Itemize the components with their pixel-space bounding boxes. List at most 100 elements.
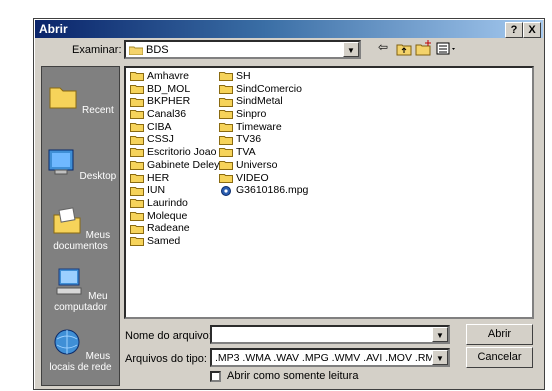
readonly-checkbox[interactable] (210, 371, 221, 382)
file-list-item[interactable]: Amhavre (130, 70, 219, 83)
folder-icon (219, 148, 233, 158)
filetype-dropdown[interactable]: .MP3 .WMA .WAV .MPG .WMV .AVI .MOV .RMVB… (210, 348, 450, 367)
help-button[interactable]: ? (505, 22, 523, 38)
open-button[interactable]: Abrir (466, 324, 533, 345)
file-list-item[interactable]: CIBA (130, 121, 219, 134)
file-name: TVA (236, 146, 256, 159)
folder-icon (130, 148, 144, 158)
place-my-computer[interactable]: Meu computador (42, 267, 119, 313)
my-computer-icon (56, 268, 82, 295)
folder-icon (219, 161, 233, 171)
file-name: SH (236, 70, 251, 82)
place-desktop-label: Desktop (79, 171, 117, 182)
filetype-chevron-down-icon[interactable]: ▼ (432, 350, 448, 365)
filetype-label: Arquivos do tipo: (125, 353, 207, 365)
file-list-item[interactable]: SindComercio (219, 83, 308, 96)
file-list-item[interactable]: Escritorio Joao (130, 146, 219, 159)
file-list-item[interactable]: BD_MOL (130, 83, 219, 96)
filename-input[interactable]: ▼ (210, 325, 450, 344)
close-button[interactable]: X (523, 22, 541, 38)
title-bar[interactable]: Abrir ? X (35, 20, 543, 38)
network-places-icon (54, 329, 80, 355)
file-list-item[interactable]: Timeware (219, 121, 308, 134)
filename-chevron-down-icon[interactable]: ▼ (432, 327, 448, 342)
folder-icon (130, 199, 144, 209)
file-list-item[interactable]: TV36 (219, 133, 308, 146)
place-recent[interactable]: Recent (42, 81, 119, 116)
folder-icon (130, 135, 144, 145)
file-list-item[interactable]: Sinpro (219, 108, 308, 121)
file-list-item[interactable]: Laurindo (130, 197, 219, 210)
file-list-item[interactable]: Samed (130, 235, 219, 248)
file-list-item[interactable]: HER (130, 172, 219, 185)
new-folder-icon[interactable] (415, 40, 433, 56)
file-list-item[interactable]: Moleque (130, 210, 219, 223)
folder-icon (219, 123, 233, 133)
file-column-1: Amhavre BD_MOL BKPHER Canal36 CIBA CSSJ Escrit… (130, 70, 219, 248)
back-icon[interactable]: ⇦ (378, 40, 388, 54)
file-list[interactable]: Amhavre BD_MOL BKPHER Canal36 CIBA CSSJ Escrit… (124, 66, 534, 319)
file-name: Radeane (147, 222, 190, 235)
file-name: BD_MOL (147, 82, 191, 95)
file-name: Laurindo (147, 196, 188, 209)
file-name: TV36 (236, 133, 262, 146)
place-desktop[interactable]: Desktop (42, 147, 119, 182)
look-in-dropdown[interactable]: BDS ▼ (124, 40, 361, 59)
file-name: Gabinete Deley (147, 158, 220, 171)
folder-icon (219, 110, 233, 120)
file-name: G3610186.mpg (236, 184, 309, 197)
file-name: Escritorio Joao (147, 146, 217, 159)
file-name: Universo (236, 158, 278, 171)
filename-label: Nome do arquivo: (125, 330, 212, 342)
folder-icon (130, 110, 144, 120)
file-list-item[interactable]: BKPHER (130, 95, 219, 108)
file-name: CIBA (147, 120, 172, 133)
places-bar: Recent Desktop Meus documentos Meu compu… (41, 66, 120, 386)
file-name: Canal36 (147, 108, 187, 121)
folder-icon (129, 46, 143, 55)
folder-icon (130, 72, 144, 82)
folder-icon (130, 85, 144, 95)
folder-icon (130, 186, 144, 196)
up-folder-icon[interactable] (396, 42, 412, 56)
cancel-button[interactable]: Cancelar (466, 347, 533, 368)
file-list-item[interactable]: Canal36 (130, 108, 219, 121)
file-name: IUN (147, 184, 166, 197)
place-my-documents[interactable]: Meus documentos (42, 206, 119, 252)
dialog-title: Abrir (39, 22, 68, 36)
folder-icon (219, 97, 233, 107)
file-list-item[interactable]: G3610186.mpg (219, 184, 308, 197)
folder-icon (219, 135, 233, 145)
file-list-item[interactable]: Universo (219, 159, 308, 172)
folder-icon (130, 123, 144, 133)
file-list-item[interactable]: TVA (219, 146, 308, 159)
file-name: Samed (147, 234, 181, 247)
file-list-item[interactable]: CSSJ (130, 133, 219, 146)
open-file-dialog: Abrir ? X Examinar: BDS ▼ ⇦ Recent Deskt… (33, 18, 545, 390)
file-list-item[interactable]: Gabinete Deley (130, 159, 219, 172)
file-name: BKPHER (147, 95, 191, 108)
file-list-item[interactable]: Radeane (130, 222, 219, 235)
file-name: Timeware (236, 120, 282, 133)
file-name: SindComercio (236, 82, 302, 95)
folder-icon (219, 85, 233, 95)
file-name: SindMetal (236, 95, 283, 108)
folder-icon (219, 72, 233, 82)
file-name: Amhavre (147, 70, 190, 82)
folder-icon (130, 173, 144, 183)
readonly-label: Abrir como somente leitura (227, 370, 359, 382)
my-documents-icon (53, 207, 81, 234)
file-list-item[interactable]: VIDEO (219, 172, 308, 185)
file-name: CSSJ (147, 133, 174, 146)
file-column-2: SH SindComercio SindMetal Sinpro Timeware TV3… (219, 70, 308, 197)
file-list-item[interactable]: SH (219, 70, 308, 83)
place-network[interactable]: Meus locais de rede (42, 327, 119, 373)
file-list-item[interactable]: SindMetal (219, 95, 308, 108)
filetype-value: .MP3 .WMA .WAV .MPG .WMV .AVI .MOV .RMVB (215, 352, 449, 364)
desktop-icon (48, 149, 74, 175)
chevron-down-icon[interactable]: ▼ (343, 42, 359, 57)
place-recent-label: Recent (82, 105, 114, 116)
view-menu-icon[interactable] (436, 42, 458, 56)
folder-icon (130, 224, 144, 234)
file-list-item[interactable]: IUN (130, 184, 219, 197)
